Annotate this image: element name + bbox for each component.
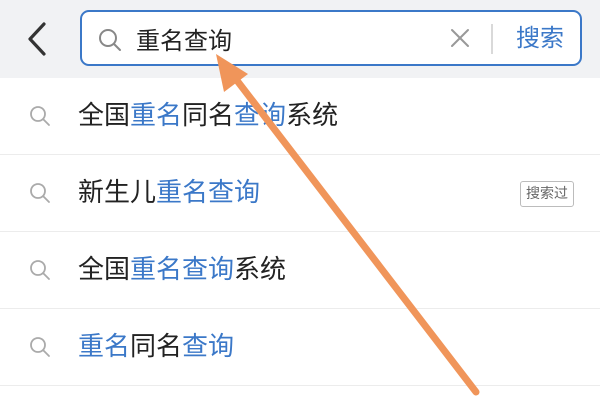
search-header: 搜索 [0,0,600,78]
search-icon [99,29,121,51]
suggestion-highlight: 查询 [182,332,235,362]
suggestion-list: 全国重名同名查询系统 新生儿重名查询 搜索过 全国重名查询系统 重名同名查询 [0,78,600,386]
back-button[interactable] [18,17,58,61]
suggestion-label: 全国重名同名查询系统 [78,98,338,134]
search-box[interactable]: 搜索 [80,10,582,66]
searched-badge: 搜索过 [520,181,574,207]
search-icon [30,337,50,357]
suggestion-label: 重名同名查询 [78,329,234,365]
chevron-left-icon [28,22,46,56]
suggestion-highlight: 查询 [234,101,287,131]
search-icon [30,260,50,280]
suggestion-text-part: 全国 [78,101,131,131]
search-input[interactable] [136,18,436,58]
search-button[interactable]: 搜索 [504,18,576,58]
suggestion-text-part: 新生儿 [78,178,157,208]
suggestion-label: 全国重名查询系统 [78,252,286,288]
suggestion-item[interactable]: 新生儿重名查询 搜索过 [0,155,600,232]
search-divider [491,24,493,54]
suggestion-highlight: 重名查询 [156,178,261,208]
suggestion-label: 新生儿重名查询 [78,175,260,211]
suggestion-text-part: 系统 [234,255,287,285]
suggestion-highlight: 重名 [78,332,131,362]
suggestion-highlight: 重名 [130,101,183,131]
suggestion-highlight: 重名查询 [130,255,235,285]
suggestion-item[interactable]: 全国重名同名查询系统 [0,78,600,155]
suggestion-text-part: 系统 [286,101,339,131]
close-icon[interactable] [449,27,471,49]
search-icon [30,106,50,126]
suggestion-text-part: 同名 [130,332,183,362]
suggestion-item[interactable]: 全国重名查询系统 [0,232,600,309]
search-icon [30,183,50,203]
suggestion-text-part: 全国 [78,255,131,285]
suggestion-item[interactable]: 重名同名查询 [0,309,600,386]
suggestion-text-part: 同名 [182,101,235,131]
